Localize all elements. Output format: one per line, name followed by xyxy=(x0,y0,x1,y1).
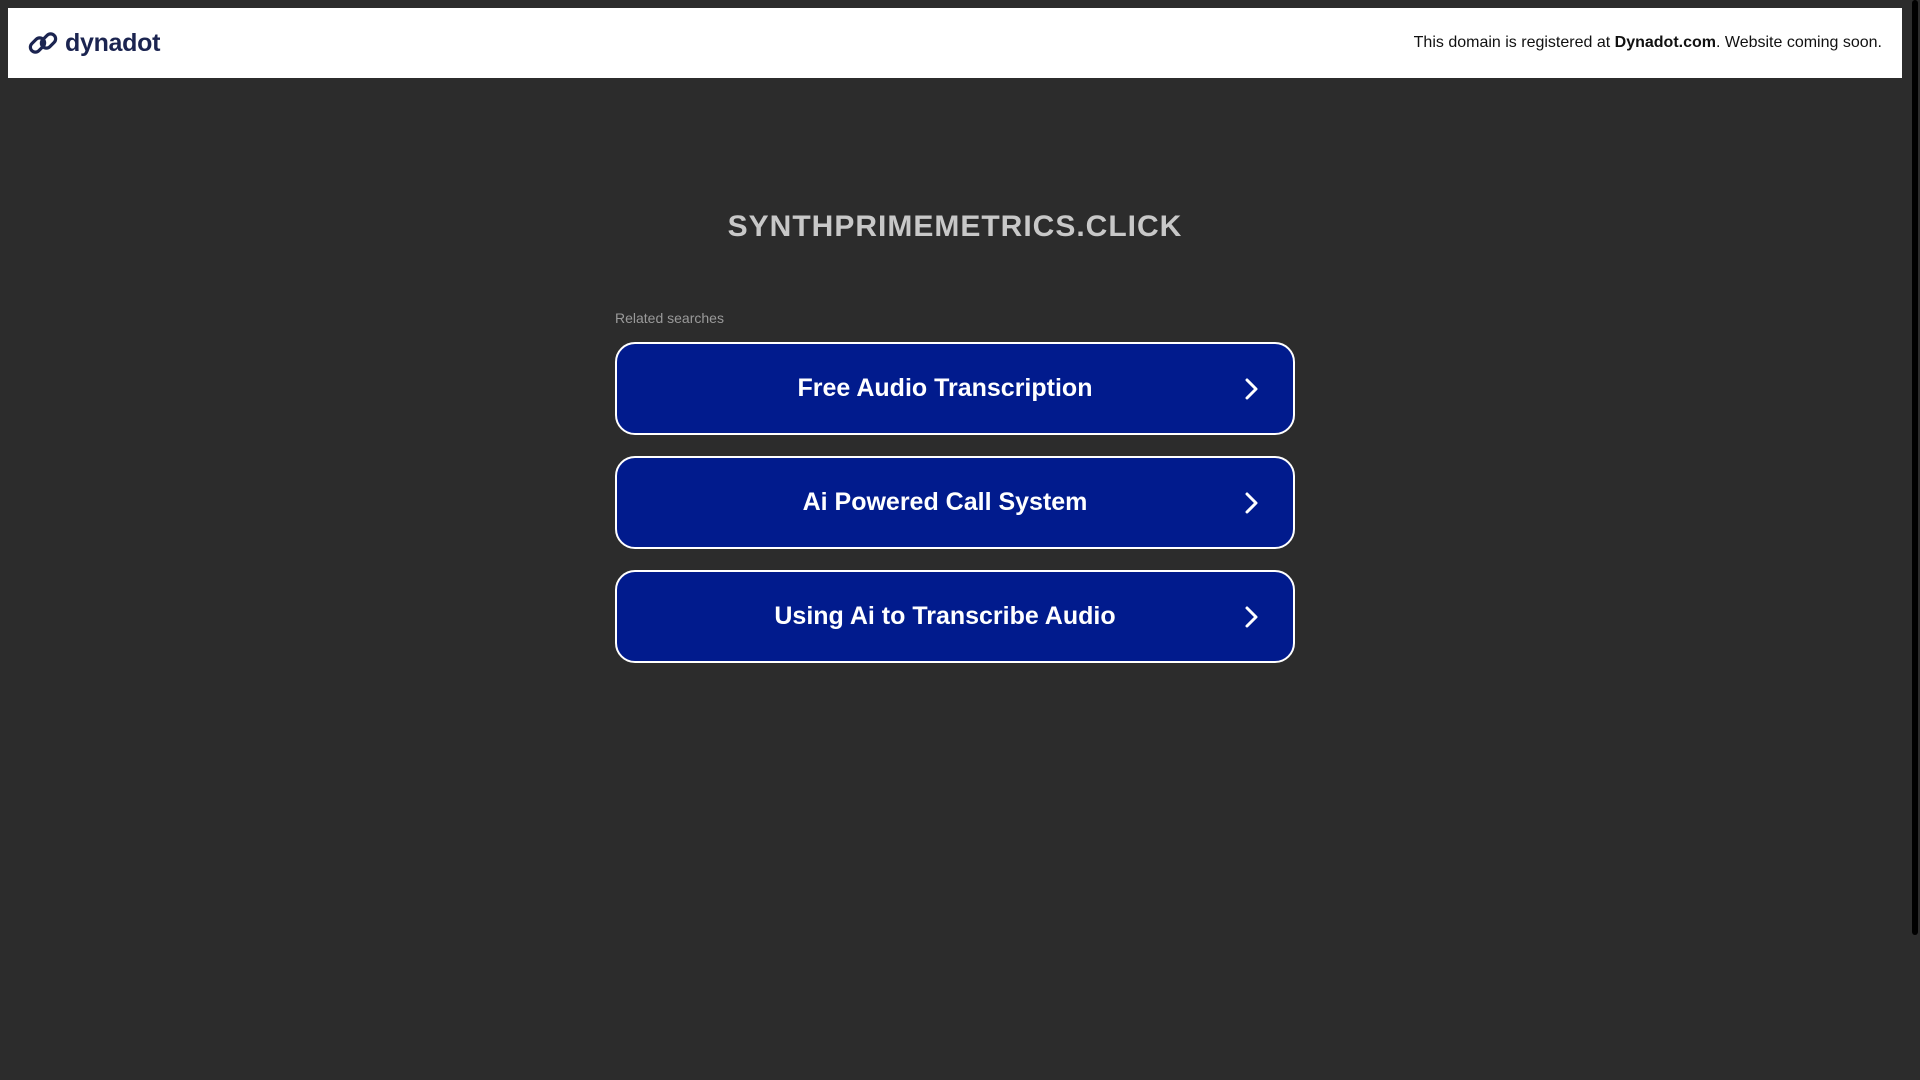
notice-brand-link[interactable]: Dynadot.com xyxy=(1615,34,1716,51)
top-banner: dynadot This domain is registered at Dyn… xyxy=(8,8,1902,78)
logo-text: dynadot xyxy=(65,28,161,57)
related-search-label: Free Audio Transcription xyxy=(797,374,1093,402)
scrollbar[interactable] xyxy=(1910,0,1920,1080)
related-searches-label: Related searches xyxy=(615,310,724,326)
notice-prefix: This domain is registered at xyxy=(1413,34,1615,51)
related-search-button[interactable]: Ai Powered Call System xyxy=(615,456,1295,549)
scrollbar-thumb[interactable] xyxy=(1912,0,1918,935)
chevron-right-icon xyxy=(1245,492,1258,513)
dynadot-logo[interactable]: dynadot xyxy=(27,27,160,59)
notice-suffix: . Website coming soon. xyxy=(1715,34,1882,51)
registration-notice: This domain is registered at Dynadot.com… xyxy=(1414,34,1882,52)
related-search-button[interactable]: Using Ai to Transcribe Audio xyxy=(615,570,1295,663)
chevron-right-icon xyxy=(1245,378,1258,399)
page: dynadot This domain is registered at Dyn… xyxy=(0,0,1920,1080)
related-search-button[interactable]: Free Audio Transcription xyxy=(615,342,1295,435)
domain-title: SYNTHPRIMEMETRICS.CLICK xyxy=(727,210,1183,243)
related-search-list: Free Audio Transcription Ai Powered Call… xyxy=(615,342,1295,684)
dynadot-link-icon xyxy=(28,32,58,54)
related-search-label: Ai Powered Call System xyxy=(802,488,1088,516)
related-search-label: Using Ai to Transcribe Audio xyxy=(774,602,1116,630)
chevron-right-icon xyxy=(1245,606,1258,627)
